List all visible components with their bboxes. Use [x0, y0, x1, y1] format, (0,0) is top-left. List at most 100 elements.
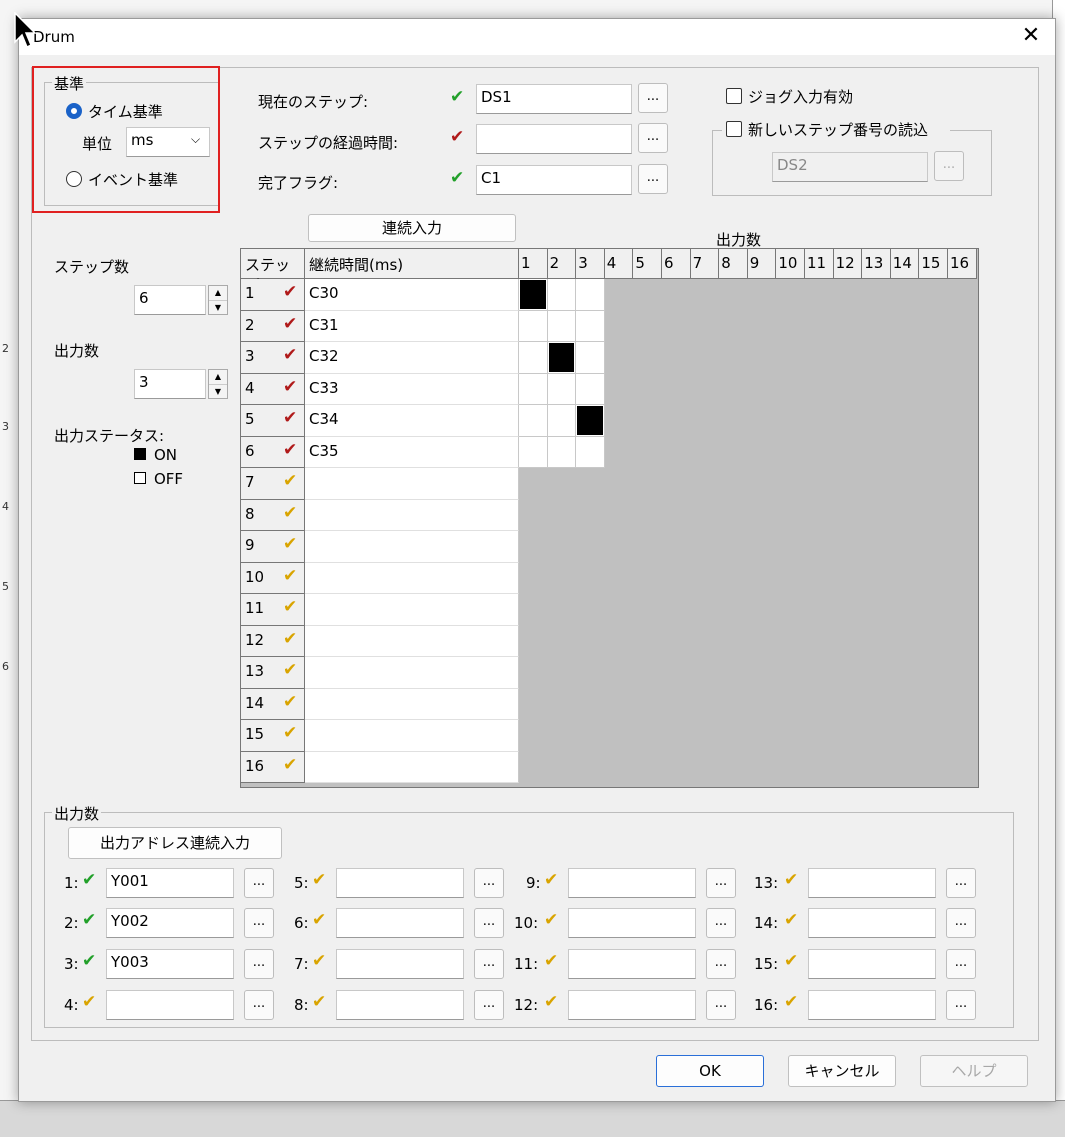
duration-cell[interactable] — [305, 499, 519, 531]
output-cell-off[interactable] — [576, 310, 605, 342]
output-address-browse-button[interactable]: ... — [474, 908, 504, 938]
output-address-browse-button[interactable]: ... — [706, 949, 736, 979]
duration-cell[interactable] — [305, 562, 519, 594]
done-flag-input[interactable]: C1 — [476, 165, 632, 195]
output-address-browse-button[interactable]: ... — [946, 990, 976, 1020]
help-button[interactable]: ヘルプ — [920, 1055, 1028, 1087]
output-address-input[interactable] — [336, 949, 464, 979]
output-address-label: 6: — [294, 914, 309, 932]
output-address-input[interactable] — [808, 868, 936, 898]
output-address-browse-button[interactable]: ... — [244, 908, 274, 938]
output-address-browse-button[interactable]: ... — [474, 868, 504, 898]
output-address-browse-button[interactable]: ... — [244, 990, 274, 1020]
output-cell-off[interactable] — [547, 436, 577, 468]
duration-cell[interactable]: C35 — [305, 436, 519, 468]
spin-down-icon[interactable]: ▼ — [209, 385, 227, 399]
duration-cell[interactable] — [305, 531, 519, 563]
check-yellow-icon: ✔ — [544, 951, 559, 971]
row-number: 6 — [2, 660, 9, 673]
duration-cell[interactable]: C33 — [305, 373, 519, 405]
output-address-input[interactable] — [808, 949, 936, 979]
output-cell-off[interactable] — [519, 310, 548, 342]
elapsed-time-browse-button[interactable]: ... — [638, 123, 668, 153]
output-address-input[interactable] — [336, 868, 464, 898]
check-yellow-icon: ✔ — [82, 992, 97, 1012]
output-address-input[interactable] — [106, 990, 234, 1020]
output-address-browse-button[interactable]: ... — [946, 868, 976, 898]
spin-up-icon[interactable]: ▲ — [209, 370, 227, 385]
output-address-input[interactable] — [336, 990, 464, 1020]
output-address-browse-button[interactable]: ... — [474, 990, 504, 1020]
output-address-browse-button[interactable]: ... — [946, 908, 976, 938]
duration-cell[interactable]: C32 — [305, 342, 519, 374]
step-number: 9 — [245, 536, 255, 554]
output-cell-off[interactable] — [576, 342, 605, 374]
output-address-browse-button[interactable]: ... — [244, 949, 274, 979]
output-address-input[interactable]: Y003 — [106, 949, 234, 979]
spin-up-icon[interactable]: ▲ — [209, 286, 227, 301]
new-step-checkbox[interactable] — [726, 121, 742, 137]
output-cell-off[interactable] — [576, 436, 605, 468]
output-address-browse-button[interactable]: ... — [474, 949, 504, 979]
close-icon[interactable]: ✕ — [1017, 23, 1045, 48]
output-address-input[interactable] — [808, 990, 936, 1020]
output-address-input[interactable]: Y002 — [106, 908, 234, 938]
output-address-browse-button[interactable]: ... — [706, 908, 736, 938]
output-cell-off[interactable] — [576, 373, 605, 405]
output-cell-on[interactable] — [547, 342, 577, 374]
new-step-browse-button[interactable]: ... — [934, 151, 964, 181]
step-cell: 16 ✔ — [241, 751, 305, 783]
address-continuous-input-button[interactable]: 出力アドレス連続入力 — [68, 827, 282, 859]
outputs-count-spinner[interactable]: ▲ ▼ — [208, 369, 228, 399]
duration-cell[interactable]: C31 — [305, 310, 519, 342]
output-cell-on[interactable] — [576, 405, 605, 437]
duration-cell[interactable] — [305, 468, 519, 500]
outputs-count-input[interactable]: 3 — [134, 369, 206, 399]
check-green-icon: ✔ — [450, 87, 465, 107]
output-cell-off[interactable] — [519, 436, 548, 468]
output-cell-off[interactable] — [576, 279, 605, 311]
current-step-browse-button[interactable]: ... — [638, 83, 668, 113]
elapsed-time-input[interactable] — [476, 124, 632, 154]
duration-cell[interactable] — [305, 657, 519, 689]
duration-cell[interactable] — [305, 625, 519, 657]
duration-cell[interactable] — [305, 688, 519, 720]
output-cell-off[interactable] — [547, 279, 577, 311]
spin-down-icon[interactable]: ▼ — [209, 301, 227, 315]
current-step-input[interactable]: DS1 — [476, 84, 632, 114]
output-address-input[interactable] — [568, 868, 696, 898]
output-address-input[interactable]: Y001 — [106, 868, 234, 898]
output-address-input[interactable] — [568, 908, 696, 938]
output-cell-on[interactable] — [519, 279, 548, 311]
output-address-browse-button[interactable]: ... — [706, 990, 736, 1020]
output-address-input[interactable] — [336, 908, 464, 938]
output-column-header: 4 — [604, 249, 634, 279]
continuous-input-button[interactable]: 連続入力 — [308, 214, 516, 242]
output-cell-off[interactable] — [547, 310, 577, 342]
duration-cell[interactable]: C30 — [305, 279, 519, 311]
output-address-browse-button[interactable]: ... — [946, 949, 976, 979]
check-yellow-icon: ✔ — [283, 597, 298, 617]
duration-cell[interactable]: C34 — [305, 405, 519, 437]
done-flag-browse-button[interactable]: ... — [638, 164, 668, 194]
output-address-input[interactable] — [808, 908, 936, 938]
steps-input[interactable]: 6 — [134, 285, 206, 315]
output-cell-off[interactable] — [519, 405, 548, 437]
output-cell-off[interactable] — [519, 373, 548, 405]
output-address-input[interactable] — [568, 990, 696, 1020]
new-step-input[interactable]: DS2 — [772, 152, 928, 182]
output-address-input[interactable] — [568, 949, 696, 979]
output-cell-off[interactable] — [519, 342, 548, 374]
output-address-browse-button[interactable]: ... — [244, 868, 274, 898]
duration-cell[interactable] — [305, 594, 519, 626]
duration-cell[interactable] — [305, 751, 519, 783]
output-cell-off[interactable] — [547, 405, 577, 437]
output-address-browse-button[interactable]: ... — [706, 868, 736, 898]
output-column-header: 6 — [662, 249, 691, 279]
jog-input-checkbox[interactable] — [726, 88, 742, 104]
duration-cell[interactable] — [305, 720, 519, 752]
ok-button[interactable]: OK — [656, 1055, 764, 1087]
output-cell-off[interactable] — [547, 373, 577, 405]
cancel-button[interactable]: キャンセル — [788, 1055, 896, 1087]
steps-spinner[interactable]: ▲ ▼ — [208, 285, 228, 315]
